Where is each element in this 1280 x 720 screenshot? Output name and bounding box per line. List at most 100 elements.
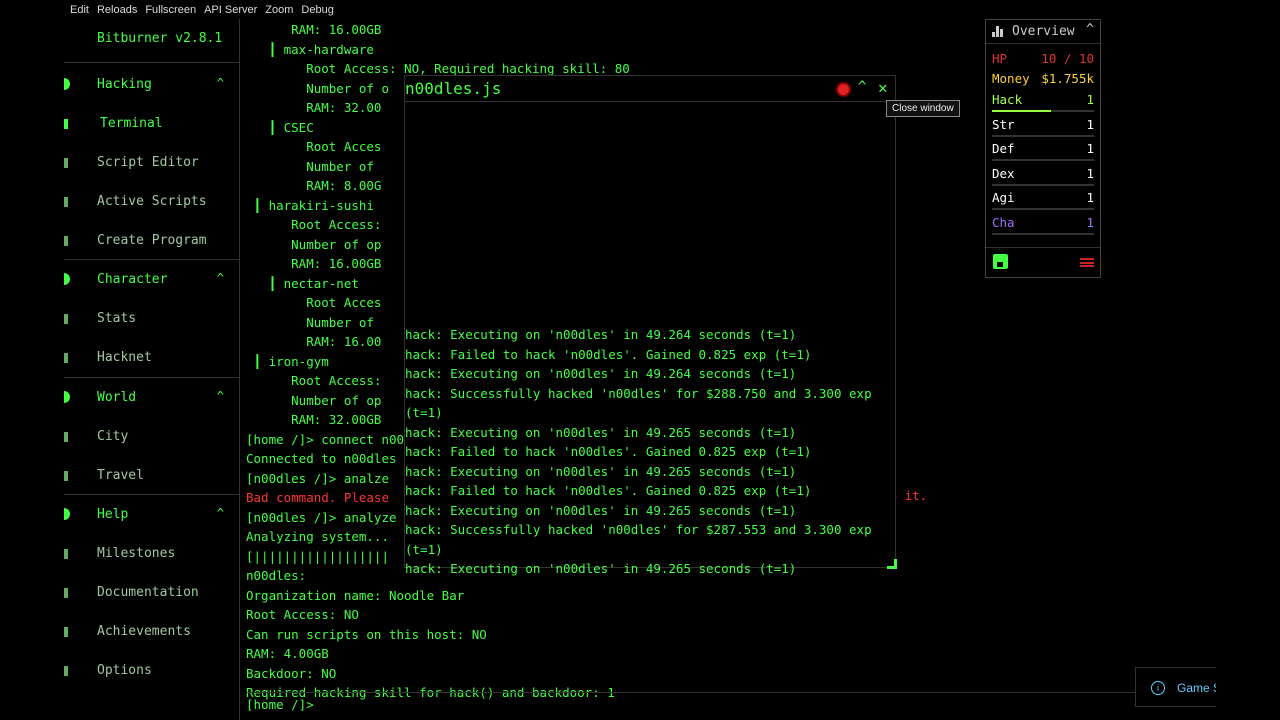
sidebar-item-options[interactable]: Options (64, 661, 240, 681)
sidebar-item-script-editor[interactable]: Script Editor (64, 153, 240, 173)
sidebar-item-label: Options (97, 663, 152, 678)
sidebar-item-label: Script Editor (97, 155, 199, 170)
travel-icon (64, 471, 68, 481)
terminal-line: Number of (246, 158, 382, 174)
terminal-line: RAM: 32.00GB (246, 412, 382, 427)
sidebar-item-hacknet[interactable]: Hacknet (64, 348, 240, 368)
sidebar-item-travel[interactable]: Travel (64, 466, 240, 486)
sidebar-item-label: Travel (97, 468, 144, 483)
sidebar-item-label: Documentation (97, 585, 199, 600)
stat-progress-bar (992, 134, 1094, 137)
chevron-up-icon[interactable]: ^ (217, 389, 224, 403)
log-line: hack: Executing on 'n00dles' in 49.265 s… (405, 561, 797, 576)
stat-value: 1 (1086, 165, 1094, 181)
sidebar-item-label: Active Scripts (97, 194, 207, 209)
sidebar-item-create-program[interactable]: Create Program (64, 231, 240, 251)
terminal-line: Can run scripts on this host: NO (246, 626, 487, 642)
stat-progress-bar (992, 183, 1094, 186)
sidebar-item-label: City (97, 429, 129, 444)
hacking-icon (64, 78, 70, 90)
sidebar-item-terminal[interactable]: Terminal (64, 114, 240, 134)
stat-label: Cha (992, 214, 1015, 230)
toast-text: Game Saved! (1177, 681, 1216, 695)
log-line: hack: Failed to hack 'n00dles'. Gained 0… (405, 483, 812, 498)
sidebar-divider (64, 377, 240, 378)
close-icon[interactable]: ✕ (878, 78, 888, 97)
log-window-output: hack: Executing on 'n00dles' in 49.264 s… (405, 325, 895, 579)
game-frame: Bitburner v2.8.1 Hacking ^ Terminal Scri… (64, 19, 1216, 720)
terminal-line: Number of o (246, 80, 389, 96)
sidebar-section-hacking[interactable]: Hacking ^ (64, 75, 240, 95)
documentation-icon (64, 588, 68, 598)
chevron-up-icon[interactable]: ^ (1086, 22, 1094, 37)
sidebar-item-achievements[interactable]: Achievements (64, 622, 240, 642)
resize-handle[interactable] (887, 559, 897, 569)
sidebar-item-stats[interactable]: Stats (64, 309, 240, 329)
section-label: Help (97, 507, 129, 522)
stat-label: Dex (992, 165, 1015, 181)
menu-reloads[interactable]: Reloads (93, 4, 141, 16)
terminal-line: RAM: 32.00 (246, 100, 382, 115)
terminal-line: Root Access: (246, 373, 382, 388)
terminal-line: [n00dles /]> analze (246, 470, 389, 486)
menu-zoom[interactable]: Zoom (261, 4, 297, 16)
chevron-up-icon[interactable]: ^ (217, 271, 224, 285)
save-icon[interactable] (993, 254, 1008, 269)
sidebar-section-character[interactable]: Character ^ (64, 270, 240, 290)
terminal-line: Connected to n00dles (246, 451, 397, 466)
close-window-tooltip: Close window (886, 100, 960, 117)
hacknet-icon (64, 353, 68, 363)
stat-progress-bar (992, 232, 1094, 235)
sidebar-item-documentation[interactable]: Documentation (64, 583, 240, 603)
terminal-line: Root Acces (246, 139, 382, 154)
terminal-prompt[interactable]: [home /]> (246, 697, 314, 712)
terminal-input-bar[interactable]: [home /]> (246, 692, 1216, 720)
sidebar-divider (64, 62, 240, 63)
stat-row-hack: Hack 1 (992, 92, 1094, 112)
minimize-icon[interactable]: ^ (858, 79, 866, 95)
terminal-line: [home /]> connect n00 (246, 431, 405, 447)
menu-fullscreen[interactable]: Fullscreen (141, 4, 200, 16)
sidebar-section-help[interactable]: Help ^ (64, 505, 240, 525)
menu-debug[interactable]: Debug (297, 4, 337, 16)
script-log-window[interactable]: n00dles.js ^ ✕ hack: Executing on 'n00dl… (404, 75, 897, 576)
log-line: hack: Successfully hacked 'n00dles' for … (405, 385, 872, 401)
sidebar-divider (64, 259, 240, 260)
milestones-icon (64, 549, 68, 559)
sidebar-item-city[interactable]: City (64, 427, 240, 447)
stat-row-def: Def 1 (992, 141, 1094, 161)
log-line: hack: Executing on 'n00dles' in 49.265 s… (405, 502, 797, 518)
terminal-line: Bad command. Please (246, 490, 389, 505)
money-label: Money (992, 71, 1030, 86)
terminal-line: RAM: 16.00 (246, 334, 382, 349)
terminal-line: ┃ nectar-net (246, 275, 359, 291)
log-line: (t=1) (405, 541, 443, 557)
terminal-line: Root Access: NO (246, 607, 359, 622)
terminal-line: ┃ CSEC (246, 119, 314, 135)
menu-api-server[interactable]: API Server (200, 4, 261, 16)
game-saved-toast: i Game Saved! (1135, 667, 1216, 707)
hp-value: 10 / 10 (1041, 51, 1094, 66)
sidebar-item-milestones[interactable]: Milestones (64, 544, 240, 564)
kill-all-icon[interactable] (1080, 258, 1094, 267)
terminal-line: Backdoor: NO (246, 665, 337, 681)
kill-script-icon[interactable] (836, 82, 851, 97)
terminal-line: Root Acces (246, 295, 382, 310)
chevron-up-icon[interactable]: ^ (217, 76, 224, 90)
hp-row: HP 10 / 10 (992, 51, 1094, 71)
sidebar-item-label: Terminal (100, 116, 163, 131)
game-version-title: Bitburner v2.8.1 (97, 31, 223, 46)
menu-edit[interactable]: Edit (66, 4, 93, 16)
log-window-titlebar[interactable]: n00dles.js ^ ✕ (405, 76, 895, 102)
terminal-line: Root Access: (246, 217, 382, 232)
stat-progress-fill (992, 110, 1052, 112)
chevron-up-icon[interactable]: ^ (217, 506, 224, 520)
terminal-line: Number of op (246, 392, 382, 408)
active-scripts-icon (64, 197, 68, 207)
sidebar-item-label: Achievements (97, 624, 191, 639)
sidebar-section-world[interactable]: World ^ (64, 388, 240, 408)
stat-progress-bar (992, 159, 1094, 161)
sidebar-item-active-scripts[interactable]: Active Scripts (64, 192, 240, 212)
overview-header[interactable]: Overview ^ (986, 20, 1100, 44)
log-line: hack: Executing on 'n00dles' in 49.265 s… (405, 424, 797, 440)
